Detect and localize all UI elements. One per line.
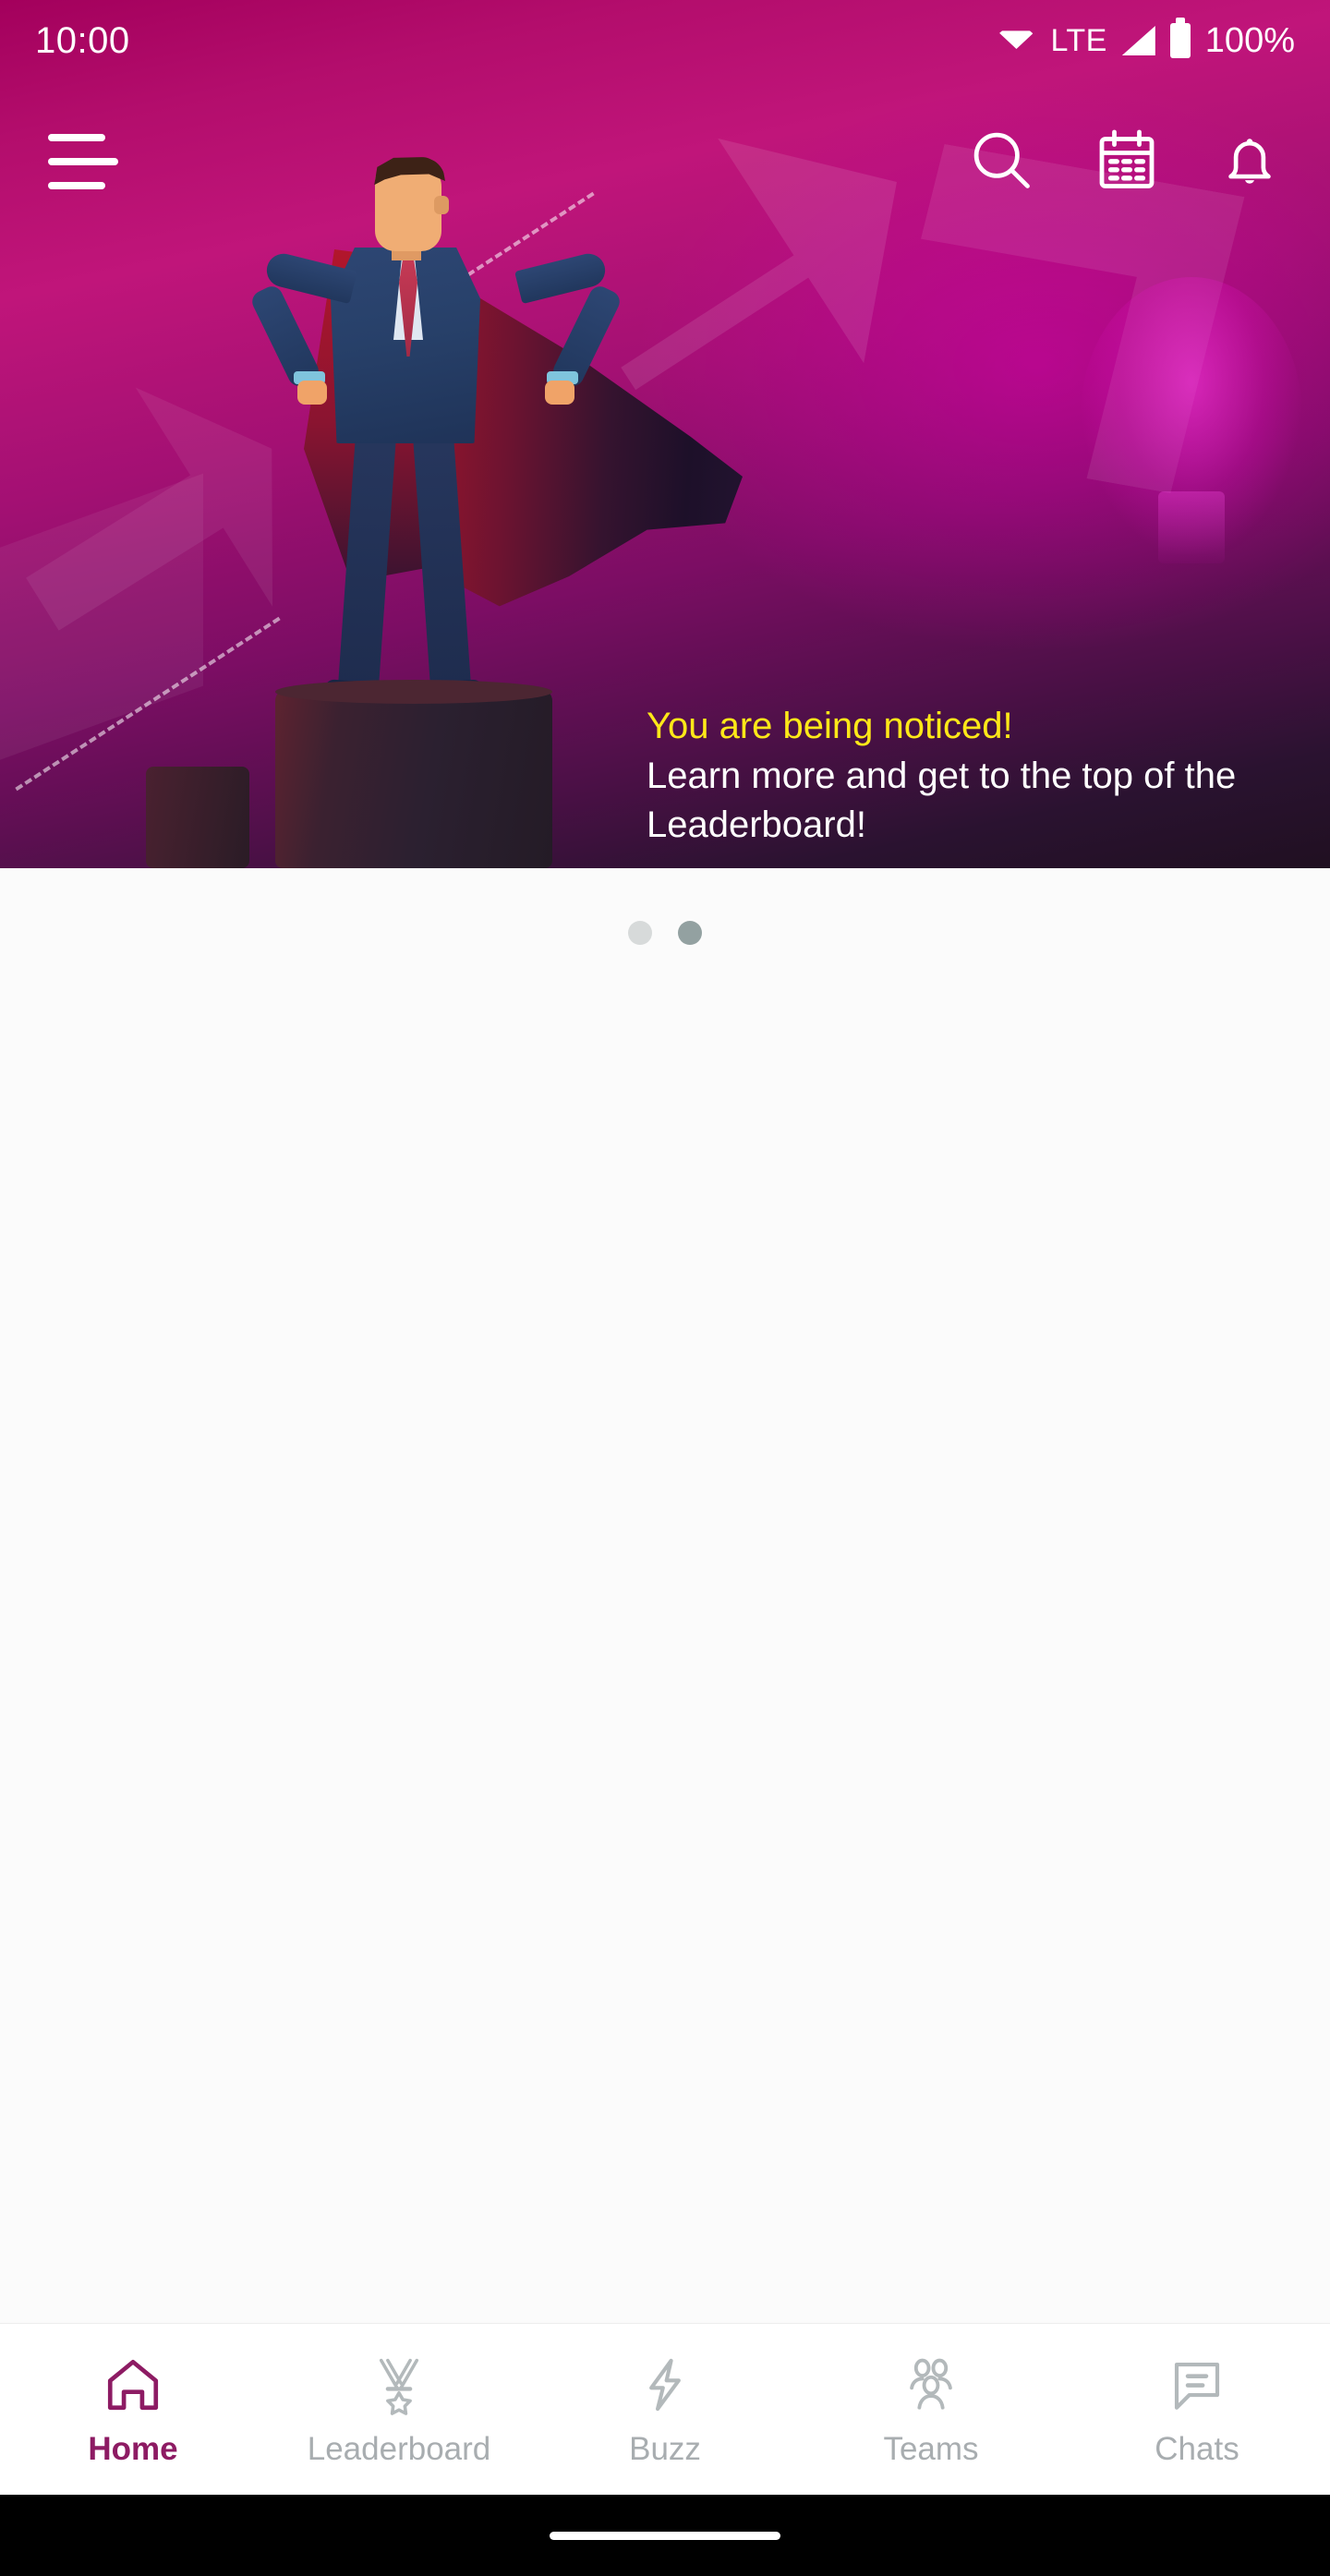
nav-label: Buzz [629, 2430, 701, 2467]
lightbulb-glow-icon [1081, 277, 1302, 554]
network-type-label: LTE [1050, 22, 1107, 58]
home-icon [107, 2359, 159, 2410]
calendar-icon [1099, 129, 1155, 188]
battery-percent: 100% [1204, 20, 1295, 60]
signal-icon [1121, 26, 1155, 55]
nav-label: Teams [883, 2430, 979, 2467]
notifications-button[interactable] [1217, 127, 1282, 197]
nav-label: Chats [1155, 2430, 1239, 2467]
medal-icon [379, 2358, 419, 2415]
main-content [0, 868, 1330, 2328]
status-bar: 10:00 LTE 100% [0, 0, 1330, 81]
hero-text-block: You are being noticed! Learn more and ge… [647, 702, 1293, 851]
decorative-arrow [0, 473, 203, 774]
status-time: 10:00 [35, 19, 130, 61]
superhero-businessman-illustration [146, 139, 743, 868]
carousel-dots[interactable] [0, 913, 1330, 953]
nav-item-buzz[interactable]: Buzz [532, 2352, 798, 2468]
hero-headline: You are being noticed! [647, 706, 1013, 746]
search-icon [973, 132, 1030, 188]
search-button[interactable] [966, 125, 1036, 200]
carousel-dot-1[interactable] [628, 921, 652, 945]
bell-icon [1228, 138, 1271, 184]
bottom-navigation: Home Leaderboard Buzz Teams Chats [0, 2323, 1330, 2495]
nav-item-home[interactable]: Home [0, 2352, 266, 2468]
nav-item-teams[interactable]: Teams [798, 2352, 1064, 2468]
lightning-bolt-icon [649, 2358, 681, 2411]
hamburger-menu-icon[interactable] [48, 134, 118, 189]
hero-subtext: Learn more and get to the top of the Lea… [647, 755, 1237, 846]
battery-icon [1169, 18, 1191, 58]
app-bar [0, 102, 1330, 222]
chat-bubble-icon [1174, 2362, 1220, 2410]
wifi-icon [997, 27, 1035, 54]
people-group-icon [910, 2358, 952, 2410]
status-indicators: LTE 100% [997, 18, 1295, 61]
calendar-button[interactable] [1094, 127, 1160, 198]
gesture-navigation-bar [0, 2495, 1330, 2576]
carousel-dot-2[interactable] [678, 921, 702, 945]
nav-label: Leaderboard [307, 2430, 491, 2467]
gesture-pill[interactable] [550, 2531, 780, 2540]
nav-item-leaderboard[interactable]: Leaderboard [266, 2352, 532, 2468]
nav-label: Home [88, 2430, 178, 2467]
nav-item-chats[interactable]: Chats [1064, 2352, 1330, 2468]
